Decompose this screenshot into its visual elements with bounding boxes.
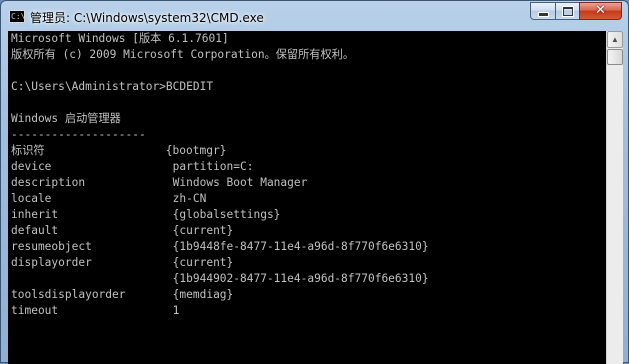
close-icon: ✕: [595, 3, 606, 18]
console-line: description Windows Boot Manager: [11, 176, 308, 189]
console-output: Microsoft Windows [版本 6.1.7601] 版权所有 (c) …: [11, 31, 429, 319]
window-title: 管理员: C:\Windows\system32\CMD.exe: [30, 11, 264, 25]
console-line: Microsoft Windows [版本 6.1.7601]: [11, 32, 229, 45]
console-line: device partition=C:: [11, 160, 254, 173]
console-line: --------------------: [11, 128, 146, 141]
title-bar[interactable]: C:\ 管理员: C:\Windows\system32\CMD.exe ✕: [1, 1, 628, 31]
maximize-icon: [562, 6, 573, 16]
vertical-scrollbar[interactable]: ▲: [606, 31, 623, 364]
console-area[interactable]: Microsoft Windows [版本 6.1.7601] 版权所有 (c) …: [8, 31, 606, 364]
console-line: {1b944902-8477-11e4-a96d-8f770f6e6310}: [11, 272, 429, 285]
console-line: 版权所有 (c) 2009 Microsoft Corporation。保留所有…: [11, 48, 355, 61]
console-line: default {current}: [11, 224, 234, 237]
maximize-button[interactable]: [555, 2, 580, 20]
console-line: resumeobject {1b9448fe-8477-11e4-a96d-8f…: [11, 240, 429, 253]
scrollbar-thumb[interactable]: [607, 49, 623, 65]
console-line: displayorder {current}: [11, 256, 234, 269]
console-line: inherit {globalsettings}: [11, 208, 281, 221]
window-frame-right: [623, 31, 628, 364]
console-line: 标识符 {bootmgr}: [11, 144, 227, 157]
caption-buttons: ✕: [530, 2, 622, 22]
close-button[interactable]: ✕: [579, 2, 622, 20]
console-line: C:\Users\Administrator>BCDEDIT: [11, 80, 214, 93]
console-line: timeout 1: [11, 304, 180, 317]
minimize-button[interactable]: [530, 2, 556, 20]
scroll-up-arrow-icon[interactable]: ▲: [607, 31, 623, 48]
console-line: locale zh-CN: [11, 192, 207, 205]
console-line: toolsdisplayorder {memdiag}: [11, 288, 234, 301]
console-line: Windows 启动管理器: [11, 112, 121, 125]
minimize-icon: [537, 11, 549, 17]
cmd-window: C:\ 管理员: C:\Windows\system32\CMD.exe ✕ M…: [0, 0, 629, 364]
cmd-app-icon[interactable]: C:\: [9, 10, 25, 23]
